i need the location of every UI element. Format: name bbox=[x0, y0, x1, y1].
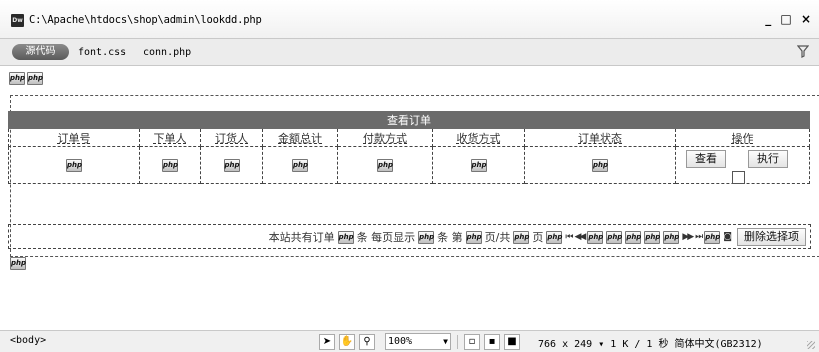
php-code-marker[interactable]: php bbox=[418, 230, 434, 244]
count-unit-label: 条 第 bbox=[437, 231, 463, 244]
related-files-bar: 源代码 font.css conn.php bbox=[0, 39, 819, 66]
source-code-button[interactable]: 源代码 bbox=[12, 44, 69, 60]
previous-page-icon[interactable]: ◀◀ bbox=[574, 232, 586, 242]
php-code-marker[interactable]: php bbox=[546, 230, 562, 244]
encoding-label: 简体中文(GB2312) bbox=[674, 339, 763, 350]
filter-icon[interactable] bbox=[797, 45, 809, 58]
table-row: php php php php php php php 查看 执行 bbox=[8, 146, 810, 184]
table-caption: 查看订单 bbox=[8, 111, 810, 129]
php-code-marker[interactable]: php bbox=[162, 158, 178, 172]
pagination-row: 本站共有订单 php 条 每页显示 php 条 第 php 页/共 php 页 … bbox=[8, 224, 811, 249]
column-header-actions: 操作 bbox=[675, 128, 810, 147]
delivery-cell: php bbox=[432, 146, 525, 184]
php-code-marker[interactable]: php bbox=[465, 230, 482, 244]
related-file-font-css[interactable]: font.css bbox=[78, 47, 126, 58]
column-header-status: 订单状态 bbox=[524, 128, 676, 147]
php-code-marker[interactable]: php bbox=[470, 158, 487, 172]
actions-cell: 查看 执行 bbox=[675, 146, 810, 184]
first-page-icon[interactable]: ⏮ bbox=[565, 232, 573, 242]
php-code-marker[interactable]: php bbox=[223, 158, 240, 172]
window-size-dropdown-icon[interactable]: ▾ bbox=[598, 339, 604, 350]
resize-grip-icon[interactable] bbox=[807, 341, 815, 349]
window-dimensions: 766 x 249 bbox=[538, 339, 593, 350]
design-view[interactable]: php php 查看订单 订单号 下单人 订货人 金额总计 付款方式 收货方式 … bbox=[0, 66, 819, 320]
zoom-select[interactable]: 100% ▼ bbox=[385, 333, 451, 350]
order-table: 查看订单 订单号 下单人 订货人 金额总计 付款方式 收货方式 订单状态 操作 … bbox=[8, 111, 810, 184]
column-header-total: 金额总计 bbox=[262, 128, 338, 147]
order-no-cell: php bbox=[8, 146, 140, 184]
total-orders-label: 本站共有订单 bbox=[268, 231, 335, 244]
status-info: 766 x 249 ▾ 1 K / 1 秒 简体中文(GB2312) bbox=[538, 335, 763, 350]
column-header-payment: 付款方式 bbox=[337, 128, 433, 147]
column-header-receiver: 订货人 bbox=[200, 128, 263, 147]
php-code-marker[interactable]: php bbox=[587, 230, 603, 244]
execute-button[interactable]: 执行 bbox=[748, 150, 788, 168]
file-size-download-time: 1 K / 1 秒 bbox=[610, 339, 669, 350]
window-size-large-icon[interactable]: ■ bbox=[504, 333, 520, 350]
php-code-marker[interactable]: php bbox=[663, 230, 679, 244]
next-page-icon[interactable]: ▶▶ bbox=[682, 232, 694, 242]
column-header-order-no: 订单号 bbox=[8, 128, 140, 147]
orderer-cell: php bbox=[139, 146, 201, 184]
receiver-cell: php bbox=[200, 146, 263, 184]
select-order-checkbox[interactable] bbox=[732, 171, 745, 184]
window-controls: _ □ × bbox=[760, 12, 811, 26]
per-page-label: 条 每页显示 bbox=[356, 231, 416, 244]
separator bbox=[457, 334, 458, 349]
minimize-button[interactable]: _ bbox=[765, 12, 771, 26]
select-tool-icon[interactable]: ➤ bbox=[319, 333, 335, 350]
close-button[interactable]: × bbox=[801, 12, 811, 26]
status-cell: php bbox=[524, 146, 676, 184]
payment-cell: php bbox=[337, 146, 433, 184]
php-code-marker[interactable]: php bbox=[606, 230, 622, 244]
tag-selector-body[interactable]: <body> bbox=[10, 335, 46, 346]
column-header-delivery: 收货方式 bbox=[432, 128, 525, 147]
title-bar: Dw C:\Apache\htdocs\shop\admin\lookdd.ph… bbox=[0, 0, 819, 39]
maximize-button[interactable]: □ bbox=[780, 12, 791, 26]
status-bar: <body> ➤ ✋ ⚲ 100% ▼ ▫ ▪ ■ 766 x 249 ▾ 1 … bbox=[0, 330, 819, 352]
page-of-label: 页/共 bbox=[484, 231, 511, 244]
page-suffix-label: 页 bbox=[532, 231, 544, 244]
hand-tool-icon[interactable]: ✋ bbox=[339, 333, 355, 350]
window-title: C:\Apache\htdocs\shop\admin\lookdd.php bbox=[29, 14, 262, 26]
php-code-marker[interactable]: php bbox=[66, 158, 82, 172]
last-page-icon[interactable]: ⏭ bbox=[695, 232, 703, 242]
php-code-marker[interactable]: php bbox=[644, 230, 660, 244]
view-order-button[interactable]: 查看 bbox=[686, 150, 726, 168]
php-code-marker[interactable]: php bbox=[625, 230, 641, 244]
column-header-orderer: 下单人 bbox=[139, 128, 201, 147]
form-hidden-field-icon[interactable]: ◙ bbox=[723, 232, 732, 242]
php-code-marker[interactable]: php bbox=[377, 158, 393, 172]
window-size-medium-icon[interactable]: ▪ bbox=[484, 333, 500, 350]
dreamweaver-app-icon: Dw bbox=[11, 14, 24, 27]
php-code-marker[interactable]: php bbox=[292, 158, 308, 172]
delete-selected-button[interactable]: 删除选择项 bbox=[737, 228, 806, 246]
php-code-marker[interactable]: php bbox=[513, 230, 529, 244]
related-file-conn-php[interactable]: conn.php bbox=[143, 47, 191, 58]
pagination-content: 本站共有订单 php 条 每页显示 php 条 第 php 页/共 php 页 … bbox=[269, 228, 806, 246]
zoom-value: 100% bbox=[388, 336, 413, 347]
php-code-marker[interactable]: php bbox=[9, 72, 25, 85]
php-code-marker[interactable]: php bbox=[592, 158, 608, 172]
window-size-small-icon[interactable]: ▫ bbox=[464, 333, 480, 350]
total-cell: php bbox=[262, 146, 338, 184]
php-code-marker[interactable]: php bbox=[27, 72, 43, 85]
php-code-marker[interactable]: php bbox=[337, 230, 354, 244]
status-tools: ➤ ✋ ⚲ 100% ▼ ▫ ▪ ■ bbox=[319, 333, 520, 350]
zoom-tool-icon[interactable]: ⚲ bbox=[359, 333, 375, 350]
chevron-down-icon: ▼ bbox=[443, 337, 448, 346]
editor-window: Dw C:\Apache\htdocs\shop\admin\lookdd.ph… bbox=[0, 0, 819, 352]
php-code-marker[interactable]: php bbox=[704, 230, 720, 244]
php-code-marker[interactable]: php bbox=[10, 257, 26, 270]
